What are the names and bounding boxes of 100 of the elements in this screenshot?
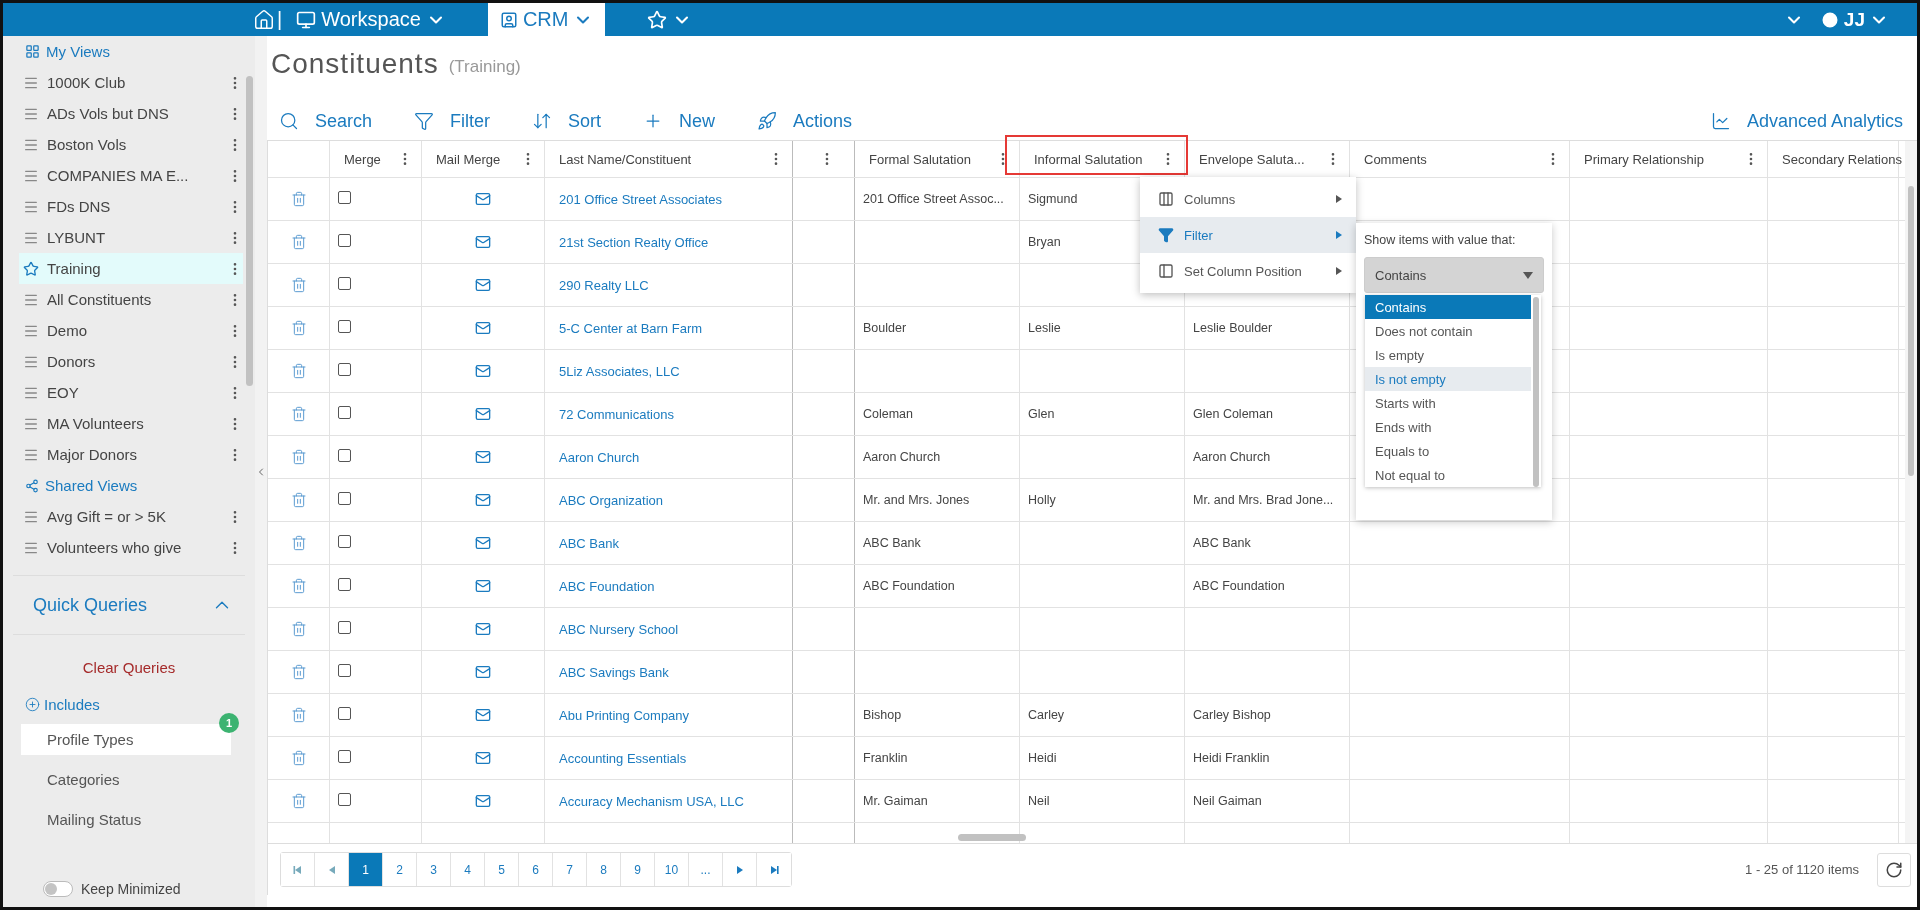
delete-icon[interactable] xyxy=(290,320,307,336)
constituent-link[interactable]: Accounting Essentials xyxy=(559,750,687,766)
mail-icon[interactable] xyxy=(475,363,491,379)
dropdown-option[interactable]: Contains xyxy=(1365,295,1531,319)
toolbar-button[interactable]: New xyxy=(643,110,716,132)
delete-icon[interactable] xyxy=(290,277,307,293)
toolbar-button[interactable]: Sort xyxy=(532,110,602,132)
quick-queries-header[interactable]: Quick Queries xyxy=(13,575,245,635)
dropdown-option[interactable]: Is not empty xyxy=(1365,367,1531,391)
mail-icon[interactable] xyxy=(475,578,491,594)
menu-item[interactable]: Columns xyxy=(1140,181,1356,217)
view-item[interactable]: Demo xyxy=(19,315,243,346)
mail-icon[interactable] xyxy=(475,793,491,809)
column-header[interactable]: Last Name/Constituent xyxy=(559,151,692,167)
view-item[interactable]: Boston Vols xyxy=(19,129,243,160)
merge-checkbox[interactable] xyxy=(338,535,351,548)
column-header[interactable]: Merge xyxy=(344,151,381,167)
scrollbar[interactable] xyxy=(246,76,253,386)
query-item[interactable]: Categories xyxy=(21,764,231,795)
first-page-button[interactable] xyxy=(281,853,315,886)
mail-icon[interactable] xyxy=(475,492,491,508)
mail-icon[interactable] xyxy=(475,320,491,336)
delete-icon[interactable] xyxy=(290,406,307,422)
nav-tab[interactable]: Workspace xyxy=(284,3,458,36)
menu-item[interactable]: Set Column Position xyxy=(1140,253,1356,289)
view-item[interactable]: All Constituents xyxy=(19,284,243,315)
merge-checkbox[interactable] xyxy=(338,320,351,333)
view-item[interactable]: ADs Vols but DNS xyxy=(19,98,243,129)
nav-tab[interactable]: CRM xyxy=(487,3,606,36)
view-item[interactable]: MA Volunteers xyxy=(19,408,243,439)
mail-icon[interactable] xyxy=(475,621,491,637)
scrollbar[interactable] xyxy=(958,834,1026,841)
view-item[interactable]: Training xyxy=(19,253,243,284)
toggle-switch[interactable] xyxy=(43,881,73,897)
query-item[interactable]: Mailing Status xyxy=(21,804,231,835)
clear-queries-link[interactable]: Clear Queries xyxy=(3,659,255,676)
view-item[interactable]: Major Donors xyxy=(19,439,243,470)
constituent-link[interactable]: 5-C Center at Barn Farm xyxy=(559,320,703,336)
dropdown-option[interactable]: Not equal to xyxy=(1365,463,1531,487)
constituent-link[interactable]: 72 Communications xyxy=(559,406,674,422)
column-header[interactable]: Envelope Saluta... xyxy=(1199,151,1305,167)
menu-item[interactable]: Filter xyxy=(1140,217,1356,253)
delete-icon[interactable] xyxy=(290,621,307,637)
column-header[interactable]: Secondary Relations xyxy=(1782,151,1902,167)
mail-icon[interactable] xyxy=(475,406,491,422)
delete-icon[interactable] xyxy=(290,578,307,594)
merge-checkbox[interactable] xyxy=(338,664,351,677)
column-header[interactable]: Formal Salutation xyxy=(869,151,971,167)
user-menu[interactable]: JJ xyxy=(1819,8,1889,31)
view-item[interactable]: Donors xyxy=(19,346,243,377)
view-item[interactable]: LYBUNT xyxy=(19,222,243,253)
column-header[interactable]: Comments xyxy=(1364,151,1427,167)
merge-checkbox[interactable] xyxy=(338,621,351,634)
home-icon[interactable] xyxy=(253,8,275,31)
column-header[interactable]: Mail Merge xyxy=(436,151,501,167)
constituent-link[interactable]: 21st Section Realty Office xyxy=(559,234,709,250)
merge-checkbox[interactable] xyxy=(338,449,351,462)
delete-icon[interactable] xyxy=(290,707,307,723)
mail-icon[interactable] xyxy=(475,191,491,207)
view-item[interactable]: FDs DNS xyxy=(19,191,243,222)
merge-checkbox[interactable] xyxy=(338,707,351,720)
constituent-link[interactable]: Abu Printing Company xyxy=(559,707,690,723)
view-item[interactable]: Avg Gift = or > 5K xyxy=(19,501,243,532)
merge-checkbox[interactable] xyxy=(338,363,351,376)
constituent-link[interactable]: Aaron Church xyxy=(559,449,640,465)
mail-icon[interactable] xyxy=(475,535,491,551)
merge-checkbox[interactable] xyxy=(338,191,351,204)
view-item[interactable]: Volunteers who give xyxy=(19,532,243,563)
constituent-link[interactable]: ABC Nursery School xyxy=(559,621,679,637)
condition-select[interactable]: Contains xyxy=(1364,257,1544,293)
constituent-link[interactable]: ABC Organization xyxy=(559,492,664,508)
delete-icon[interactable] xyxy=(290,793,307,809)
constituent-link[interactable]: ABC Foundation xyxy=(559,578,655,594)
mail-icon[interactable] xyxy=(475,707,491,723)
delete-icon[interactable] xyxy=(290,191,307,207)
toolbar-button[interactable]: Search xyxy=(279,110,373,132)
toolbar-button[interactable]: Filter xyxy=(414,110,491,132)
view-item[interactable]: COMPANIES MA E... xyxy=(19,160,243,191)
view-item[interactable]: 1000K Club xyxy=(19,67,243,98)
refresh-button[interactable] xyxy=(1877,852,1911,887)
constituent-link[interactable]: 290 Realty LLC xyxy=(559,277,649,293)
column-header[interactable]: Informal Salutation xyxy=(1034,151,1143,167)
constituent-link[interactable]: ABC Bank xyxy=(559,535,619,551)
mail-icon[interactable] xyxy=(475,664,491,680)
mail-icon[interactable] xyxy=(475,234,491,250)
delete-icon[interactable] xyxy=(290,750,307,766)
mail-icon[interactable] xyxy=(475,449,491,465)
merge-checkbox[interactable] xyxy=(338,234,351,247)
mail-icon[interactable] xyxy=(475,750,491,766)
column-header[interactable]: Primary Relationship xyxy=(1584,151,1704,167)
delete-icon[interactable] xyxy=(290,535,307,551)
constituent-link[interactable]: 5Liz Associates, LLC xyxy=(559,363,680,379)
merge-checkbox[interactable] xyxy=(338,277,351,290)
mail-icon[interactable] xyxy=(475,277,491,293)
constituent-link[interactable]: ABC Savings Bank xyxy=(559,664,669,680)
delete-icon[interactable] xyxy=(290,664,307,680)
delete-icon[interactable] xyxy=(290,363,307,379)
delete-icon[interactable] xyxy=(290,449,307,465)
delete-icon[interactable] xyxy=(290,492,307,508)
view-item[interactable]: EOY xyxy=(19,377,243,408)
